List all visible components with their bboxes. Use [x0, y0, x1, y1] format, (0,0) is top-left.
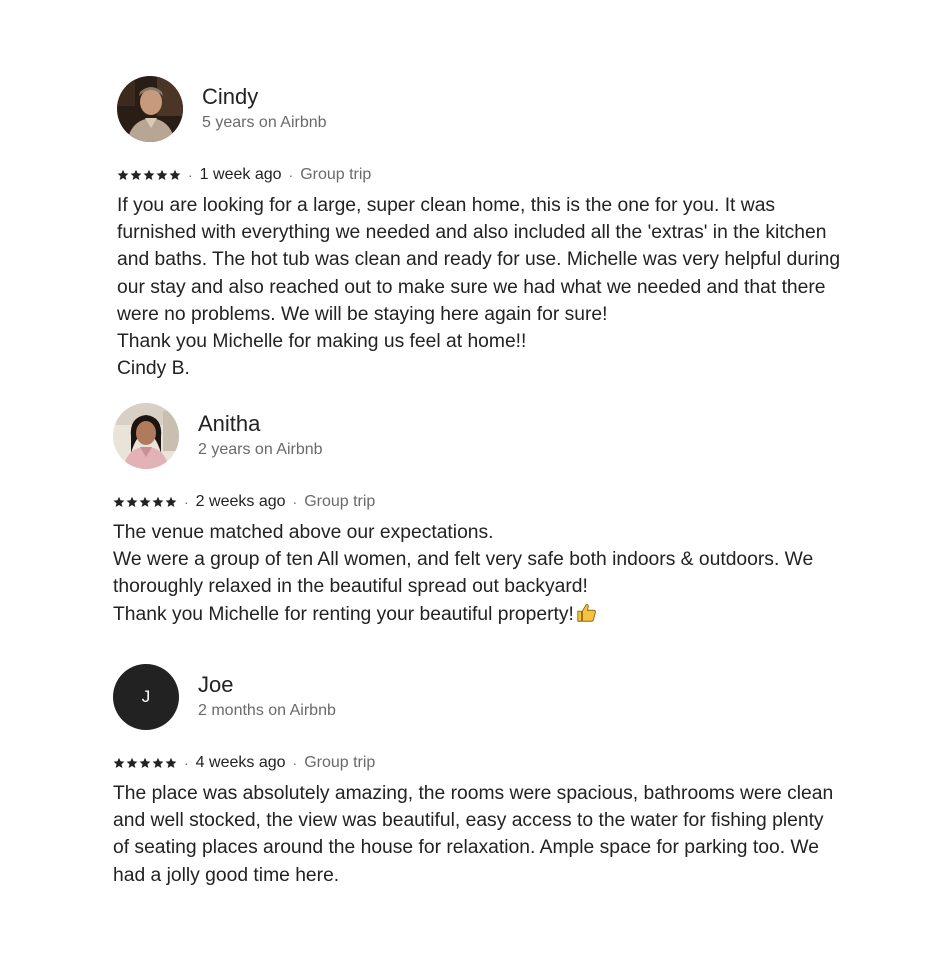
- star-icon: [139, 757, 151, 768]
- reviewer-name: Joe: [198, 672, 234, 697]
- reviewer-name: Cindy: [202, 84, 259, 109]
- avatar[interactable]: [117, 76, 183, 142]
- star-icon: [169, 169, 181, 180]
- star-icon: [117, 169, 129, 180]
- separator: ·: [188, 167, 193, 183]
- star-rating: [117, 169, 181, 181]
- review-header: J Joe 2 months on Airbnb: [113, 664, 843, 730]
- reviewer-tenure: 2 years on Airbnb: [198, 441, 323, 458]
- trip-type: Group trip: [304, 493, 376, 510]
- star-icon: [113, 757, 125, 768]
- review-card: Anitha 2 years on Airbnb · 2 weeks ago ·…: [113, 403, 843, 632]
- review-card: J Joe 2 months on Airbnb · 4 weeks ago ·…: [113, 664, 843, 889]
- star-icon: [165, 496, 177, 507]
- avatar[interactable]: [113, 403, 179, 469]
- review-text: The venue matched above our expectations…: [113, 519, 843, 632]
- separator: ·: [184, 755, 189, 771]
- review-paragraph: We were a group of ten All women, and fe…: [113, 549, 814, 598]
- reviewer-name: Anitha: [198, 411, 261, 436]
- star-icon: [152, 496, 164, 507]
- trip-type: Group trip: [304, 754, 376, 771]
- review-paragraph: The place was absolutely amazing, the ro…: [113, 783, 834, 886]
- review-header: Anitha 2 years on Airbnb: [113, 403, 843, 469]
- reviewer-tenure: 5 years on Airbnb: [202, 114, 327, 131]
- separator: ·: [288, 167, 294, 183]
- reviewer-info: Joe 2 months on Airbnb: [198, 672, 336, 722]
- review-paragraph: Thank you Michelle for making us feel at…: [117, 331, 527, 353]
- avatar[interactable]: J: [113, 664, 179, 730]
- star-icon: [126, 496, 138, 507]
- star-icon: [139, 496, 151, 507]
- review-header: Cindy 5 years on Airbnb: [117, 76, 847, 142]
- separator: ·: [292, 755, 298, 771]
- review-text: If you are looking for a large, super cl…: [117, 192, 847, 382]
- review-text: The place was absolutely amazing, the ro…: [113, 780, 843, 889]
- review-paragraph: If you are looking for a large, super cl…: [117, 195, 841, 325]
- reviewer-tenure: 2 months on Airbnb: [198, 702, 336, 719]
- star-icon: [126, 757, 138, 768]
- star-icon: [130, 169, 142, 180]
- star-rating: [113, 757, 177, 769]
- separator: ·: [292, 494, 298, 510]
- trip-type: Group trip: [300, 166, 372, 183]
- star-icon: [156, 169, 168, 180]
- review-date: 1 week ago: [199, 166, 282, 183]
- review-date: 2 weeks ago: [195, 493, 286, 510]
- review-meta: · 2 weeks ago · Group trip: [113, 492, 843, 512]
- star-icon: [152, 757, 164, 768]
- review-paragraph: The venue matched above our expectations…: [113, 522, 494, 543]
- reviewer-info: Anitha 2 years on Airbnb: [198, 411, 323, 461]
- thumbs-up-icon: [576, 602, 598, 632]
- review-card: Cindy 5 years on Airbnb · 1 week ago · G…: [117, 76, 847, 382]
- star-rating: [113, 496, 177, 508]
- reviewer-info: Cindy 5 years on Airbnb: [202, 84, 327, 134]
- review-paragraph: Thank you Michelle for renting your beau…: [113, 601, 843, 632]
- separator: ·: [184, 494, 189, 510]
- review-date: 4 weeks ago: [195, 754, 286, 771]
- review-meta: · 4 weeks ago · Group trip: [113, 753, 843, 773]
- star-icon: [165, 757, 177, 768]
- review-meta: · 1 week ago · Group trip: [117, 165, 847, 185]
- review-paragraph: Cindy B.: [117, 358, 190, 380]
- avatar-initial: J: [141, 687, 151, 706]
- review-line-text: Thank you Michelle for renting your beau…: [113, 603, 574, 625]
- star-icon: [113, 496, 125, 507]
- star-icon: [143, 169, 155, 180]
